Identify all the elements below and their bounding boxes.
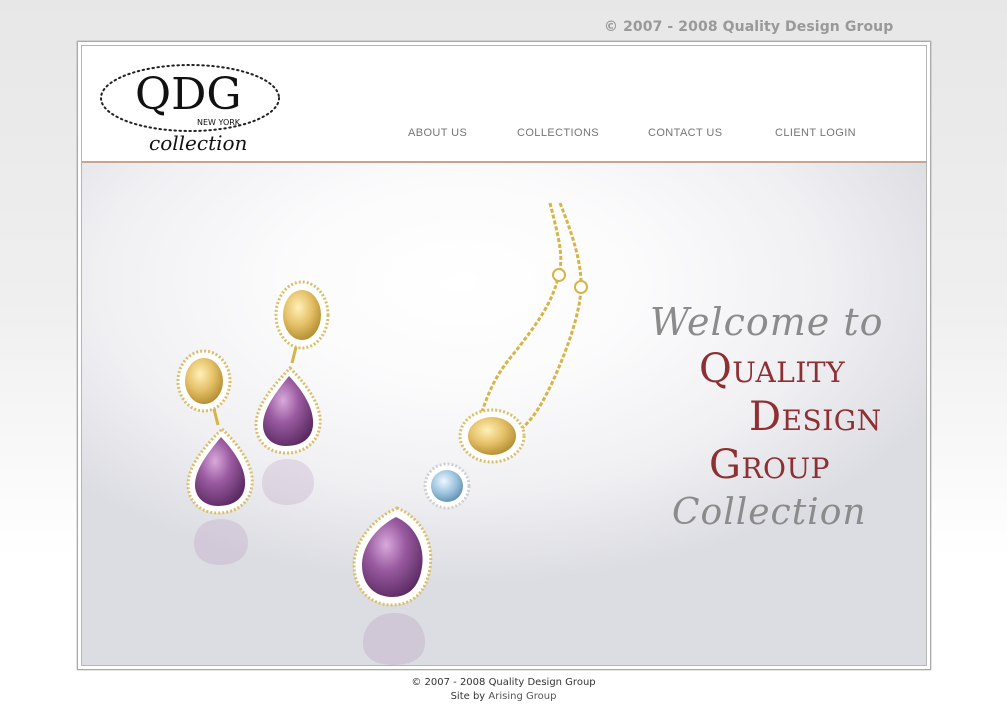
logo-city: NEW YORK	[197, 118, 241, 127]
welcome-d: D	[749, 394, 782, 440]
nav-collections[interactable]: COLLECTIONS	[517, 127, 599, 139]
hero-banner: Welcome to Quality Design Group Collecti…	[82, 163, 926, 665]
arising-group-link[interactable]: Arising Group	[488, 691, 556, 702]
site-inner: QDG NEW YORK collection ABOUT US COLLECT…	[81, 45, 927, 666]
top-copyright: © 2007 - 2008 Quality Design Group	[604, 19, 894, 35]
welcome-esign: esign	[781, 404, 882, 437]
welcome-line-3: Design	[749, 394, 882, 440]
nav-about-us[interactable]: ABOUT US	[408, 127, 467, 139]
footer: © 2007 - 2008 Quality Design Group Site …	[0, 676, 1007, 704]
welcome-g: G	[709, 442, 742, 488]
welcome-roup: roup	[741, 452, 830, 485]
welcome-line-4: Group	[709, 442, 830, 488]
footer-credit-prefix: Site by	[450, 691, 486, 702]
logo-sub: collection	[149, 131, 247, 153]
nav-client-login[interactable]: CLIENT LOGIN	[775, 127, 856, 139]
nav-contact-us[interactable]: CONTACT US	[648, 127, 723, 139]
footer-credit: Site by Arising Group	[0, 690, 1007, 704]
footer-copyright: © 2007 - 2008 Quality Design Group	[411, 677, 596, 688]
welcome-line-2: Quality	[699, 346, 845, 392]
welcome-line-1: Welcome to	[650, 300, 884, 344]
welcome-line-5: Collection	[672, 492, 867, 533]
site-frame: QDG NEW YORK collection ABOUT US COLLECT…	[77, 41, 931, 670]
welcome-q: Q	[699, 346, 733, 392]
welcome-uality: uality	[732, 356, 846, 389]
header: QDG NEW YORK collection ABOUT US COLLECT…	[82, 46, 926, 161]
qdg-logo[interactable]: QDG NEW YORK collection	[97, 58, 283, 153]
logo-letters: QDG	[135, 69, 242, 120]
